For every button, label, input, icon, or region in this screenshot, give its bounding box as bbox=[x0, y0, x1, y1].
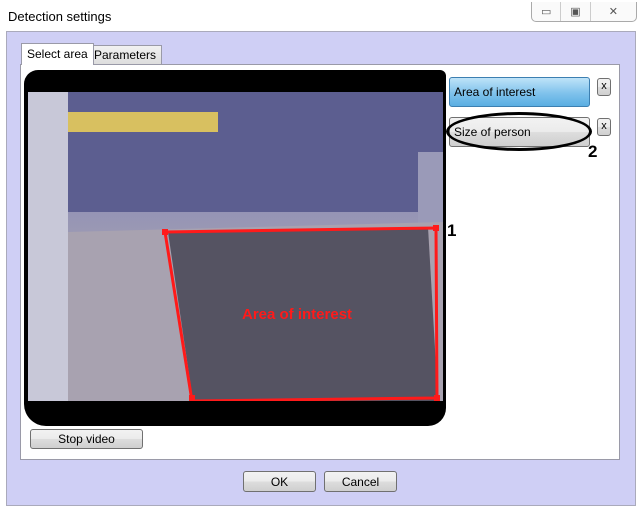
cancel-button[interactable]: Cancel bbox=[324, 471, 397, 492]
ceiling bbox=[28, 92, 443, 212]
close-button[interactable]: ✕ bbox=[591, 2, 636, 21]
sign-board bbox=[68, 112, 218, 132]
ok-button[interactable]: OK bbox=[243, 471, 316, 492]
area-of-interest-button[interactable]: Area of interest bbox=[449, 77, 590, 107]
delete-area-button[interactable]: x bbox=[597, 78, 611, 96]
polygon-handle[interactable] bbox=[433, 225, 439, 231]
area-overlay-label: Area of interest bbox=[242, 306, 352, 323]
window-controls: ▭ ▣ ✕ bbox=[531, 2, 637, 22]
maximize-button[interactable]: ▣ bbox=[561, 2, 591, 21]
window-title: Detection settings bbox=[8, 9, 112, 24]
left-wall bbox=[28, 92, 68, 401]
polygon-handle[interactable] bbox=[189, 395, 195, 401]
annotation-ring bbox=[446, 112, 592, 151]
camera-frame: Area of interest bbox=[28, 92, 443, 401]
tab-parameters[interactable]: Parameters bbox=[88, 45, 163, 65]
callout-2: 2 bbox=[588, 142, 598, 161]
video-preview[interactable]: Area of interest bbox=[28, 92, 443, 401]
tab-select-area[interactable]: Select area bbox=[21, 43, 94, 65]
minimize-button[interactable]: ▭ bbox=[532, 2, 562, 21]
callout-1: 1 bbox=[447, 221, 457, 240]
polygon-handle[interactable] bbox=[434, 395, 440, 401]
polygon-handle[interactable] bbox=[162, 229, 168, 235]
stop-video-button[interactable]: Stop video bbox=[30, 429, 143, 449]
delete-size-button[interactable]: x bbox=[597, 118, 611, 136]
